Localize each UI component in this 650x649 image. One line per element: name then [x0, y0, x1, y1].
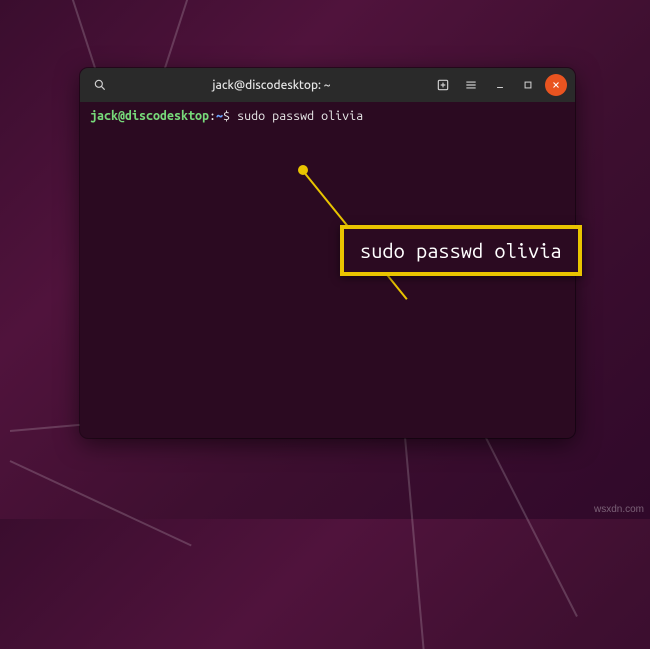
callout-text: sudo passwd olivia [360, 239, 562, 262]
hamburger-menu-icon[interactable] [459, 73, 483, 97]
titlebar: jack@discodesktop: ~ [80, 68, 575, 102]
watermark-text: wsxdn.com [594, 504, 644, 515]
prompt-user-host: jack@discodesktop [90, 109, 209, 123]
prompt-colon: : [209, 109, 216, 123]
bg-geometry-line [10, 460, 192, 546]
callout-box: sudo passwd olivia [340, 225, 582, 276]
prompt-path: ~ [216, 109, 223, 123]
maximize-button[interactable] [517, 74, 539, 96]
search-icon[interactable] [88, 73, 112, 97]
window-title: jack@discodesktop: ~ [118, 79, 425, 92]
prompt-symbol: $ [223, 109, 237, 123]
command-text: sudo passwd olivia [237, 109, 363, 123]
close-button[interactable] [545, 74, 567, 96]
new-tab-icon[interactable] [431, 73, 455, 97]
minimize-button[interactable] [489, 74, 511, 96]
